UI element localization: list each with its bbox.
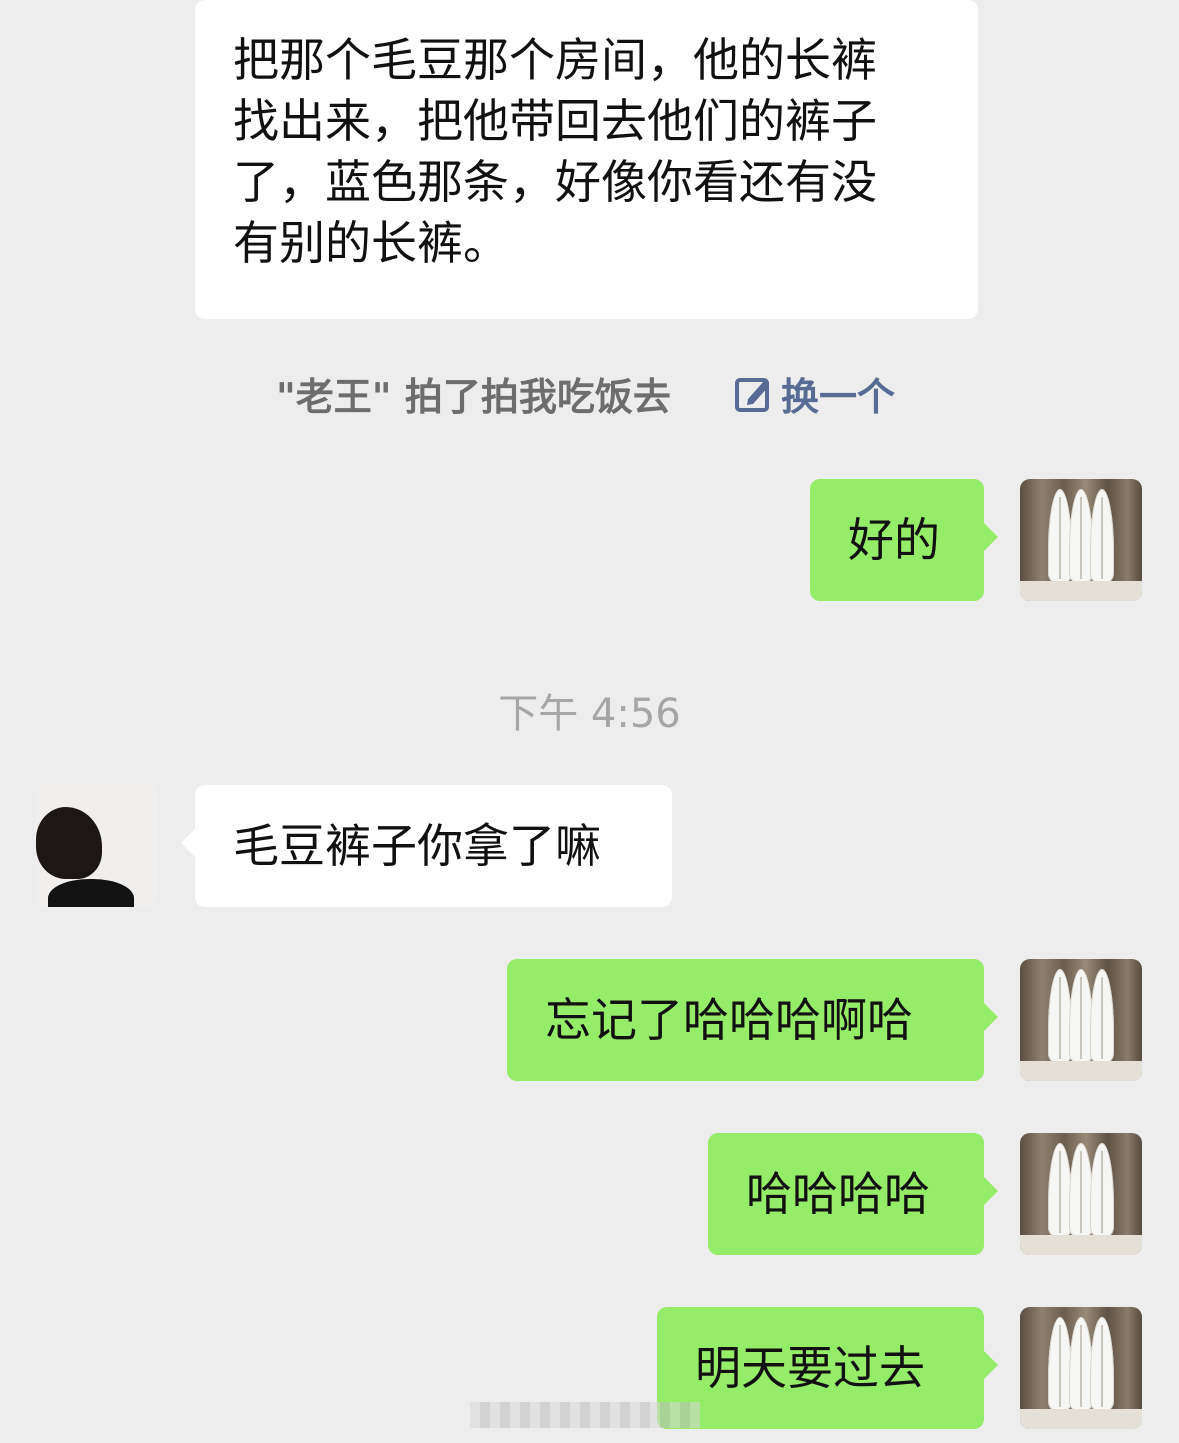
edit-icon — [735, 377, 769, 412]
message-incoming-1[interactable]: 把那个毛豆那个房间，他的长裤 找出来，把他带回去他们的裤子 了，蓝色那条，好像你… — [195, 0, 978, 319]
self-avatar[interactable] — [1020, 959, 1142, 1081]
tail — [181, 829, 195, 857]
message-line: 找出来，把他带回去他们的裤子 — [233, 94, 877, 148]
tail — [984, 523, 998, 551]
surfboard-icon — [1090, 1143, 1114, 1239]
hair-shape — [36, 807, 102, 879]
surfboard-icon — [1090, 1317, 1114, 1413]
message-line: 把那个毛豆那个房间，他的长裤 — [233, 33, 877, 87]
self-avatar[interactable] — [1020, 1133, 1142, 1255]
message-outgoing-2[interactable]: 忘记了哈哈哈啊哈 — [507, 959, 998, 1081]
surfboard-icon — [1090, 969, 1114, 1065]
tail — [984, 1177, 998, 1205]
message-text: 毛豆裤子你拿了嘛 — [233, 819, 601, 873]
avatar-base — [1020, 1235, 1142, 1255]
avatar-base — [1020, 1061, 1142, 1081]
tail — [984, 1003, 998, 1031]
message-text: 好的 — [848, 513, 940, 567]
message-outgoing-1[interactable]: 好的 — [810, 479, 998, 601]
body-shape — [48, 879, 134, 907]
watermark-bar — [470, 1402, 700, 1428]
self-avatar[interactable] — [1020, 1307, 1142, 1429]
time-separator: 下午 4:56 — [498, 691, 681, 737]
other-avatar[interactable] — [36, 785, 158, 907]
surfboard-icon — [1090, 489, 1114, 585]
message-line: 了，蓝色那条，好像你看还有没 — [233, 155, 877, 209]
avatar-base — [1020, 581, 1142, 601]
message-line: 有别的长裤。 — [233, 216, 509, 270]
message-incoming-2[interactable]: 毛豆裤子你拿了嘛 — [181, 785, 672, 907]
message-outgoing-4[interactable]: 明天要过去 — [657, 1307, 998, 1429]
tail — [984, 1351, 998, 1379]
pat-change-label: 换一个 — [781, 375, 896, 419]
message-outgoing-3[interactable]: 哈哈哈哈 — [708, 1133, 998, 1255]
pat-change-button[interactable]: 换一个 — [733, 366, 895, 421]
message-text: 明天要过去 — [695, 1341, 925, 1395]
self-avatar[interactable] — [1020, 479, 1142, 601]
message-text: 忘记了哈哈哈啊哈 — [545, 993, 913, 1047]
avatar-base — [1020, 1409, 1142, 1429]
message-text: 哈哈哈哈 — [746, 1167, 930, 1221]
pat-notice: "老王" 拍了拍我吃饭去 — [276, 375, 671, 419]
